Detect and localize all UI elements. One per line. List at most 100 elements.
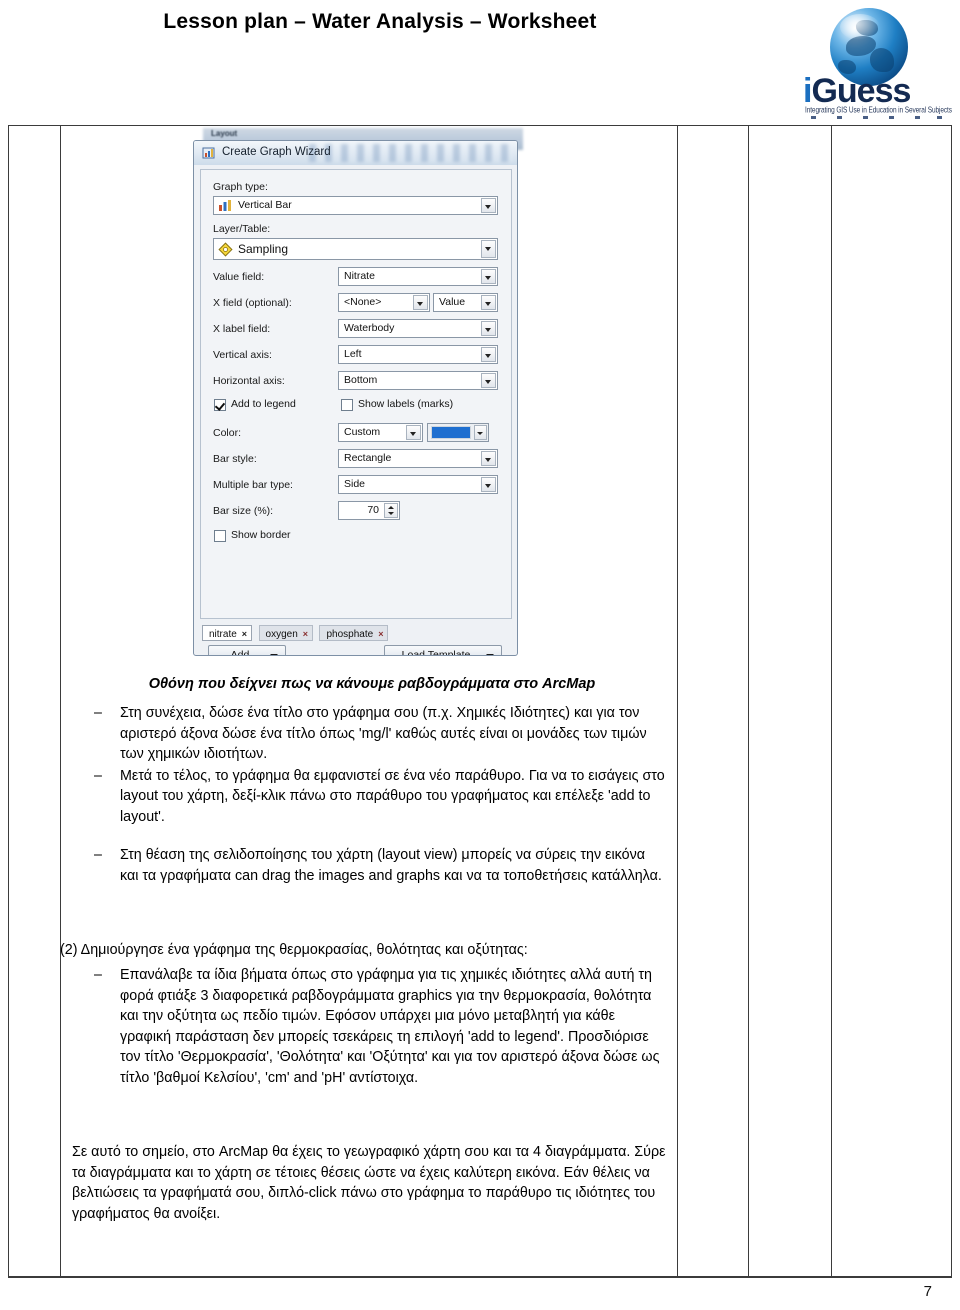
x-label-field-label: X label field: — [213, 323, 271, 335]
add-button[interactable]: Add — [208, 645, 286, 656]
show-border-label: Show border — [231, 529, 291, 541]
add-button-label: Add — [230, 649, 250, 656]
background-window-title: Layout — [211, 129, 238, 138]
table-column-rule — [60, 125, 61, 1278]
logo-wordmark: iGuess — [803, 74, 943, 108]
tab-label: phosphate — [326, 629, 374, 640]
graph-series-tabs: nitrate × oxygen × phosphate × — [202, 625, 502, 643]
chevron-down-icon[interactable] — [481, 269, 496, 284]
document-header: Lesson plan – Water Analysis – Worksheet… — [0, 0, 960, 125]
chevron-down-icon[interactable] — [481, 198, 496, 213]
arcmap-screenshot: Layout Create Graph Wizard Graph type: V… — [193, 128, 523, 658]
color-swatch[interactable] — [431, 426, 471, 439]
chevron-down-icon[interactable] — [474, 425, 487, 440]
bar-style-value: Rectangle — [344, 452, 392, 464]
instruction-list-1b: Στη θέαση της σελιδοποίησης του χάρτη (l… — [72, 845, 667, 887]
closing-paragraph: Σε αυτό το σημείο, στο ArcMap θα έχεις τ… — [72, 1144, 666, 1222]
layer-diamond-icon — [218, 242, 233, 257]
graph-type-combo[interactable]: Vertical Bar — [213, 196, 498, 215]
chevron-down-icon[interactable] — [481, 240, 496, 258]
logo-tagline: Integrating GIS Use in Education in Seve… — [805, 106, 952, 115]
bar-style-label: Bar style: — [213, 453, 257, 465]
create-graph-wizard-dialog: Create Graph Wizard Graph type: Vertical… — [193, 140, 518, 656]
logo-text-guess: Guess — [811, 72, 911, 110]
multiple-bar-type-combo[interactable]: Side — [338, 475, 498, 494]
vertical-axis-combo[interactable]: Left — [338, 345, 498, 364]
dialog-body: Graph type: Vertical Bar Layer/Table: Sa… — [200, 169, 512, 619]
show-labels-label: Show labels (marks) — [358, 398, 454, 410]
chevron-down-icon[interactable] — [406, 425, 421, 440]
chevron-down-icon[interactable] — [481, 477, 496, 492]
add-to-legend-checkbox[interactable] — [214, 399, 226, 411]
iguess-logo: iGuess Integrating GIS Use in Education … — [795, 8, 952, 120]
tab-label: nitrate — [209, 629, 237, 640]
horizontal-axis-combo[interactable]: Bottom — [338, 371, 498, 390]
vertical-axis-value: Left — [344, 348, 362, 360]
color-label: Color: — [213, 427, 242, 439]
graph-type-label: Graph type: — [213, 181, 268, 193]
multiple-bar-type-value: Side — [344, 478, 366, 490]
table-column-rule — [677, 125, 678, 1278]
load-template-button[interactable]: Load Template — [384, 645, 502, 656]
bar-size-value: 70 — [367, 504, 379, 516]
horizontal-axis-label: Horizontal axis: — [213, 375, 285, 387]
page-title: Lesson plan – Water Analysis – Worksheet — [163, 10, 597, 33]
value-field-combo[interactable]: Nitrate — [338, 267, 498, 286]
chevron-down-icon[interactable] — [270, 654, 278, 655]
load-template-button-label: Load Template — [401, 649, 471, 656]
x-field-aggregate-combo[interactable]: Value — [433, 293, 498, 312]
chevron-down-icon[interactable] — [481, 321, 496, 336]
x-field-value: <None> — [344, 296, 382, 308]
show-border-checkbox[interactable] — [214, 530, 226, 542]
layer-table-combo[interactable]: Sampling — [213, 238, 498, 260]
table-column-rule — [748, 125, 749, 1278]
list-item: Μετά το τέλος, το γράφημα θα εμφανιστεί … — [72, 766, 667, 828]
bar-chart-icon — [218, 199, 233, 213]
dialog-title: Create Graph Wizard — [222, 146, 331, 158]
bar-style-combo[interactable]: Rectangle — [338, 449, 498, 468]
instruction-list-1: Στη συνέχεια, δώσε ένα τίτλο στο γράφημα… — [72, 703, 667, 828]
tab-nitrate[interactable]: nitrate × — [202, 625, 253, 642]
x-label-field-combo[interactable]: Waterbody — [338, 319, 498, 338]
logo-dots-decoration — [811, 116, 942, 120]
bar-size-stepper[interactable]: 70 — [338, 501, 400, 520]
list-item: Στη θέαση της σελιδοποίησης του χάρτη (l… — [72, 845, 667, 886]
horizontal-axis-value: Bottom — [344, 374, 378, 386]
color-mode-combo[interactable]: Custom — [338, 423, 423, 442]
section-2-heading: (2) Δημιούργησε ένα γράφημα της θερμοκρα… — [60, 942, 528, 958]
graph-type-value: Vertical Bar — [238, 199, 292, 211]
graph-wizard-icon — [202, 146, 216, 160]
list-item: Επανάλαβε τα ίδια βήματα όπως στο γράφημ… — [72, 965, 667, 1088]
chevron-down-icon[interactable] — [481, 347, 496, 362]
x-field-label: X field (optional): — [213, 297, 292, 309]
chevron-down-icon[interactable] — [481, 451, 496, 466]
table-column-rule — [951, 125, 952, 1278]
chevron-down-icon[interactable] — [486, 654, 494, 655]
x-label-field-value: Waterbody — [344, 322, 395, 334]
chevron-down-icon[interactable] — [413, 295, 428, 310]
layer-table-label: Layer/Table: — [213, 223, 271, 235]
value-field-label: Value field: — [213, 271, 265, 283]
tab-label: oxygen — [265, 629, 298, 640]
add-to-legend-label: Add to legend — [231, 398, 296, 410]
figure-caption: Οθόνη που δείχνει πως να κάνουμε ραβδογρ… — [148, 676, 596, 692]
x-field-aggregate-value: Value — [439, 296, 466, 308]
tab-oxygen[interactable]: oxygen × — [258, 625, 314, 642]
show-labels-checkbox[interactable] — [341, 399, 353, 411]
close-icon[interactable]: × — [378, 626, 383, 642]
chevron-down-icon[interactable] — [481, 373, 496, 388]
vertical-axis-label: Vertical axis: — [213, 349, 272, 361]
list-item: Στη συνέχεια, δώσε ένα τίτλο στο γράφημα… — [72, 703, 667, 765]
x-field-combo[interactable]: <None> — [338, 293, 430, 312]
close-icon[interactable]: × — [303, 626, 308, 642]
chevron-down-icon[interactable] — [481, 295, 496, 310]
value-field-value: Nitrate — [344, 270, 375, 282]
multiple-bar-type-label: Multiple bar type: — [213, 479, 293, 491]
page-number: 7 — [923, 1283, 932, 1300]
close-icon[interactable]: × — [242, 626, 247, 642]
tab-phosphate[interactable]: phosphate × — [319, 625, 389, 642]
layer-table-value: Sampling — [238, 242, 289, 256]
color-swatch-picker[interactable] — [427, 423, 489, 442]
bar-size-label: Bar size (%): — [213, 505, 274, 517]
spinner-arrows-icon[interactable] — [384, 503, 398, 518]
